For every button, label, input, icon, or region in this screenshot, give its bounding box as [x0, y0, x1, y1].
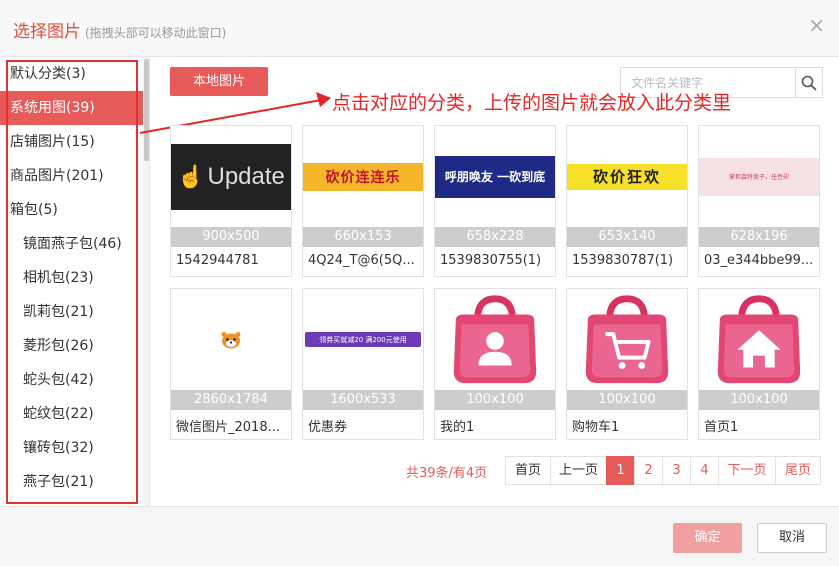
sidebar-item-kelly-bag[interactable]: 凯莉包(21) [0, 295, 143, 329]
image-filename: 03_e344bbe99... [704, 253, 814, 268]
sidebar-item-swallow-bag[interactable]: 燕子包(21) [0, 465, 143, 499]
dialog-titlebar[interactable]: 选择图片 (拖拽头部可以移动此窗口) × [0, 0, 839, 57]
page-1-button[interactable]: 1 [606, 456, 635, 485]
home-bag-icon [717, 294, 801, 383]
prev-page-button[interactable]: 上一页 [550, 456, 607, 485]
image-dimensions: 628x196 [699, 227, 819, 247]
image-card[interactable]: 领券买就减20 满200元使用 1600x533 优惠券 [302, 288, 424, 440]
thumb-text: 呼朋唤友 一砍到底 [444, 169, 546, 184]
first-page-button[interactable]: 首页 [505, 456, 551, 485]
sidebar-item-snakehead-bag[interactable]: 蛇头包(42) [0, 363, 143, 397]
image-dimensions: 100x100 [435, 390, 555, 410]
search-icon [801, 75, 817, 90]
page-4-button[interactable]: 4 [690, 456, 719, 485]
sidebar-item-shop[interactable]: 店铺图片(15) [0, 125, 143, 159]
last-page-button[interactable]: 尾页 [775, 456, 821, 485]
image-card[interactable]: 砍价狂欢 653x140 1539830787(1) [566, 125, 688, 277]
dialog-title-text: 选择图片 [13, 22, 81, 42]
image-thumbnail [699, 289, 819, 390]
image-card[interactable]: 呼朋唤友 一砍到底 658x228 1539830755(1) [434, 125, 556, 277]
image-card[interactable]: 100x100 首页1 [698, 288, 820, 440]
confirm-button[interactable]: 确定 [673, 523, 742, 553]
image-thumbnail: 领券买就减20 满200元使用 [303, 289, 423, 390]
image-card[interactable]: 掌柜森特卖子，任性砍 628x196 03_e344bbe99... [698, 125, 820, 277]
thumb-text: 掌柜森特卖子，任性砍 [728, 174, 789, 181]
image-filename: 1539830787(1) [572, 253, 674, 268]
image-thumbnail: 掌柜森特卖子，任性砍 [699, 126, 819, 227]
image-thumbnail [435, 289, 555, 390]
image-thumbnail: ☝ Update [171, 126, 291, 227]
image-card[interactable]: ☝ Update 900x500 1542944781 [170, 125, 292, 277]
image-dimensions: 658x228 [435, 227, 555, 247]
thumb-text: Update [207, 162, 285, 190]
image-thumbnail: 砍价连连乐 [303, 126, 423, 227]
search-button[interactable] [795, 68, 822, 97]
close-icon[interactable]: × [808, 15, 825, 35]
sidebar-item-mirror-swallow-bag[interactable]: 镜面燕子包(46) [0, 227, 143, 261]
sidebar-item-camera-bag[interactable]: 相机包(23) [0, 261, 143, 295]
image-thumbnail [567, 289, 687, 390]
dialog-title: 选择图片 (拖拽头部可以移动此窗口) [13, 17, 226, 42]
sidebar-item-system[interactable]: 系统用图(39) [0, 91, 143, 125]
image-filename: 微信图片_2018... [176, 420, 280, 435]
image-filename: 购物车1 [572, 420, 620, 435]
sidebar-item-bags[interactable]: 箱包(5) [0, 193, 143, 227]
image-card[interactable]: 100x100 购物车1 [566, 288, 688, 440]
image-card[interactable]: 2860x1784 微信图片_2018... [170, 288, 292, 440]
image-dimensions: 900x500 [171, 227, 291, 247]
tiger-face-icon [221, 331, 241, 348]
image-thumbnail: 呼朋唤友 一砍到底 [435, 126, 555, 227]
cancel-button[interactable]: 取消 [757, 523, 827, 553]
image-dimensions: 100x100 [699, 390, 819, 410]
sidebar-item-snakeskin-bag[interactable]: 蛇纹包(22) [0, 397, 143, 431]
image-dimensions: 2860x1784 [171, 390, 291, 410]
pagination-total: 共39条/有4页 [406, 466, 488, 481]
page-3-button[interactable]: 3 [662, 456, 691, 485]
thumb-text: 砍价狂欢 [592, 168, 661, 186]
image-dimensions: 1600x533 [303, 390, 423, 410]
annotation-text: 点击对应的分类，上传的图片就会放入此分类里 [332, 92, 732, 114]
drag-hint: (拖拽头部可以移动此窗口) [85, 26, 227, 40]
dialog-footer: 确定 取消 [0, 506, 839, 566]
image-dimensions: 653x140 [567, 227, 687, 247]
hand-pointer-icon: ☝ [177, 163, 205, 189]
page-2-button[interactable]: 2 [634, 456, 663, 485]
thumb-text: 领券买就减20 满200元使用 [319, 335, 407, 344]
image-thumbnail [171, 289, 291, 390]
image-filename: 1539830755(1) [440, 253, 542, 268]
cart-bag-icon [585, 294, 669, 383]
sidebar-item-diamond-bag[interactable]: 菱形包(26) [0, 329, 143, 363]
sidebar-item-default[interactable]: 默认分类(3) [0, 57, 143, 91]
image-dimensions: 660x153 [303, 227, 423, 247]
image-card[interactable]: 100x100 我的1 [434, 288, 556, 440]
image-dimensions: 100x100 [567, 390, 687, 410]
image-filename: 优惠券 [308, 420, 348, 435]
image-card[interactable]: 砍价连连乐 660x153 4Q24_T@6(5Q... [302, 125, 424, 277]
image-filename: 4Q24_T@6(5Q... [308, 253, 415, 268]
thumb-text: 砍价连连乐 [325, 169, 401, 186]
category-sidebar: 默认分类(3) 系统用图(39) 店铺图片(15) 商品图片(201) 箱包(5… [0, 57, 150, 507]
user-bag-icon [453, 294, 537, 383]
sidebar-item-product[interactable]: 商品图片(201) [0, 159, 143, 193]
next-page-button[interactable]: 下一页 [718, 456, 776, 485]
image-filename: 1542944781 [176, 253, 259, 268]
sidebar-item-studded-bag[interactable]: 镶砖包(32) [0, 431, 143, 465]
image-filename: 首页1 [704, 420, 739, 435]
image-thumbnail: 砍价狂欢 [567, 126, 687, 227]
image-filename: 我的1 [440, 420, 475, 435]
